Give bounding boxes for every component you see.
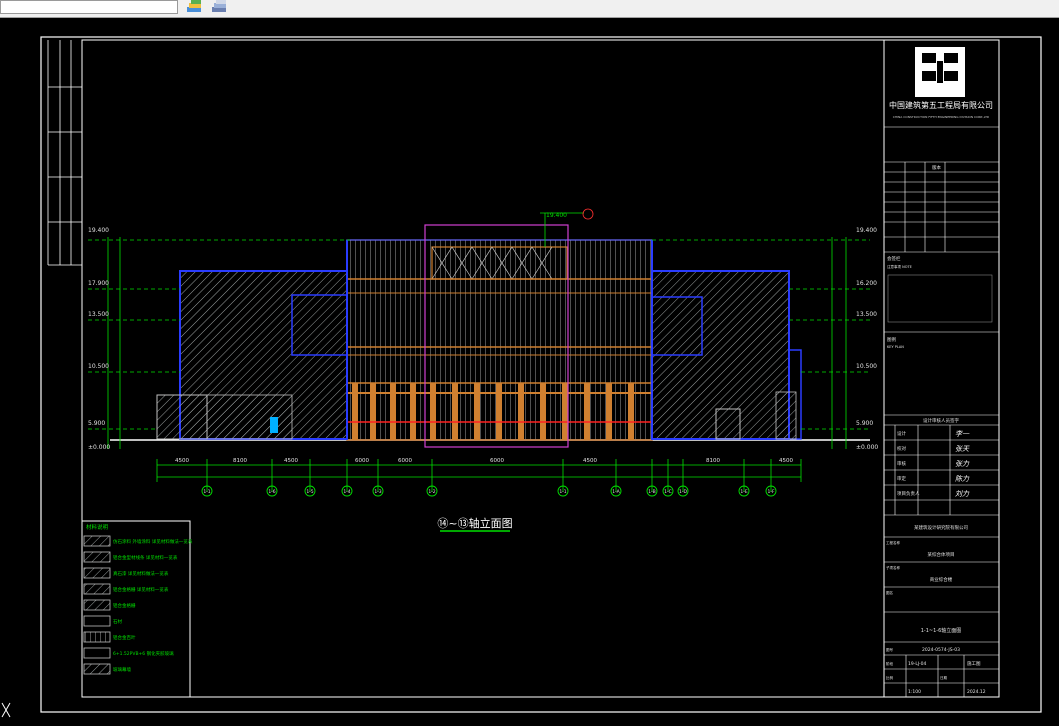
legend-title: 材料说明 [86, 523, 109, 531]
phase-value: 施工图 [967, 660, 981, 667]
legend-item-8: 6+1.52PVB+6 钢化夹胶玻璃 [113, 650, 174, 657]
signature-2: 张天 [955, 445, 970, 453]
axis-tag-11: 1-D [679, 489, 687, 495]
role-2: 校对 [897, 445, 906, 452]
notes-label: 会签栏 [887, 255, 901, 262]
role-5: 项目负责人 [897, 490, 920, 497]
axis-tag-1: 1-1 [203, 489, 210, 495]
level-right-6: ±0.000 [856, 444, 878, 451]
notes-sub: 注意事项 NOTE [887, 264, 912, 269]
layers-icon[interactable] [184, 0, 206, 14]
dim-9: 4500 [779, 458, 793, 464]
dim-7: 4500 [583, 458, 597, 464]
axis-tag-12: 1-E [740, 489, 747, 495]
axis-tag-7: 1-1 [559, 489, 566, 495]
level-left-4: 10.500 [88, 363, 109, 370]
dim-3: 4500 [284, 458, 298, 464]
drawing-no-label: 图号 [886, 647, 894, 652]
legend-item-4: 铝合金格栅 详见材料一览表 [113, 586, 169, 593]
key-plan-sub: KEY PLAN [887, 345, 904, 349]
level-left-1: 19.400 [88, 227, 109, 234]
date-value: 2024.12 [967, 689, 986, 695]
central-facade [346, 224, 653, 448]
axis-bubbles [201, 485, 777, 497]
scale-value: 1:100 [908, 689, 921, 695]
signature-4: 陈力 [955, 475, 970, 483]
axis-tag-6: 1-2 [428, 489, 435, 495]
subproject-name: 商业综合楼 [930, 576, 953, 583]
title-block: 中国建筑第五工程局有限公司 CHINA CONSTRUCTION FIFTH E… [883, 39, 1000, 698]
signature-1: 李一 [955, 430, 970, 438]
phase-label: 阶段 [886, 661, 894, 666]
axis-tag-3: 1-5 [306, 489, 313, 495]
axis-tag-8: 1-A [612, 489, 620, 495]
sheet-no: 19-LJ-04 [908, 661, 927, 667]
dim-4: 6000 [355, 458, 369, 464]
axis-tag-13: 1-F [767, 489, 774, 495]
level-left-2: 17.900 [88, 280, 109, 287]
legend-item-9: 玻璃幕墙 [113, 666, 131, 673]
dim-2: 8100 [233, 458, 247, 464]
layer-dropdown[interactable] [0, 0, 178, 14]
legend-item-5: 铝合金格栅 [113, 602, 136, 609]
date-label: 日期 [940, 675, 948, 680]
dim-6: 6000 [490, 458, 504, 464]
legend-item-1: 仿石涂料 外墙涂料 详见材料做法一览表 [113, 538, 193, 545]
version-header: 版本 [932, 164, 941, 171]
cad-toolbar [0, 0, 1059, 18]
project-name: 某综合体项目 [928, 551, 955, 558]
level-right-4: 10.500 [856, 363, 877, 370]
legend-item-6: 石材 [113, 618, 122, 625]
approval-header: 设计审核人员签字 [923, 417, 959, 424]
drawing-no: 2024-0574-JS-03 [922, 647, 960, 653]
level-right-1: 19.400 [856, 227, 877, 234]
design-firm: 某建筑设计研究院有限公司 [914, 524, 968, 531]
binding-margin [47, 40, 82, 266]
axis-tag-4: 1-4 [343, 489, 350, 495]
legend-item-3: 真石漆 详见材料做法一览表 [113, 570, 169, 577]
dimension-lines [156, 459, 802, 492]
project-label: 工程名称 [886, 540, 900, 545]
company-name-cn: 中国建筑第五工程局有限公司 [889, 100, 993, 110]
axis-tag-5: 1-3 [374, 489, 381, 495]
axis-tag-2: 1-6 [268, 489, 275, 495]
key-plan-label: 图例 [887, 336, 896, 343]
level-right-5: 5.900 [856, 420, 873, 427]
role-3: 审核 [897, 460, 906, 467]
legend-box: 材料说明 仿石涂料 外墙涂料 详见材料做法一览表 铝合金型材线条 详见材料一览表… [81, 520, 193, 698]
drawing-name: 1-1~1-6轴立面图 [921, 627, 962, 634]
scale-label: 比例 [886, 675, 894, 680]
drawing-title: ⑭~⑬轴立面图 [437, 516, 512, 530]
legend-item-2: 铝合金型材线条 详见材料一览表 [113, 554, 178, 561]
layer-stack-icon[interactable] [208, 0, 230, 14]
level-left-6: ±0.000 [88, 444, 110, 451]
legend-item-7: 铝合金百叶 [113, 634, 136, 641]
dim-8: 8100 [706, 458, 720, 464]
ucs-icon [1, 702, 11, 718]
axis-tag-10: 1-C [664, 489, 672, 495]
axis-tag-9: 1-B [648, 489, 655, 495]
left-wing [156, 270, 348, 440]
role-1: 设计 [897, 430, 906, 437]
level-right-2: 16.200 [856, 280, 877, 287]
level-left-5: 5.900 [88, 420, 105, 427]
signature-3: 张力 [955, 460, 970, 468]
drawing-canvas[interactable]: 19.400 17.900 13.500 10.500 5.900 ±0.000… [0, 17, 1059, 726]
dim-5: 6000 [398, 458, 412, 464]
cad-drawing: 19.400 17.900 13.500 10.500 5.900 ±0.000… [1, 36, 1042, 718]
drawing-name-label: 图名 [886, 590, 893, 595]
dim-1: 4500 [175, 458, 189, 464]
level-left-3: 13.500 [88, 311, 109, 318]
subproject-label: 子项名称 [886, 565, 900, 570]
role-4: 审定 [897, 475, 906, 482]
right-wing [651, 270, 802, 440]
signature-5: 刘力 [955, 490, 970, 498]
level-right-3: 13.500 [856, 311, 877, 318]
company-name-en: CHINA CONSTRUCTION FIFTH ENGINEERING DIV… [893, 115, 990, 119]
